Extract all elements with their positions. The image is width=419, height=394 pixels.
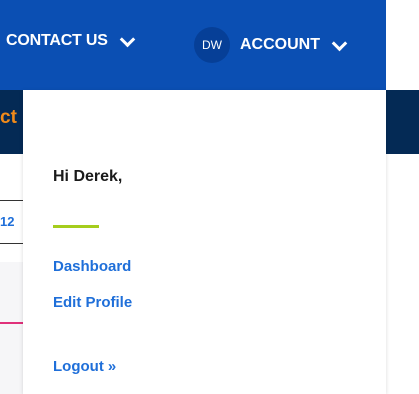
greeting: Hi Derek, <box>53 168 123 185</box>
dashboard-link[interactable]: Dashboard <box>53 258 131 275</box>
secondary-bar-edge <box>386 90 419 154</box>
contact-us-label: CONTACT US <box>6 32 108 49</box>
page-right-margin <box>386 0 419 394</box>
accent-divider <box>53 225 99 228</box>
partial-number: 12 <box>0 214 15 229</box>
account-label: ACCOUNT <box>240 36 320 53</box>
chevron-down-icon <box>331 35 348 51</box>
content-background <box>0 262 23 394</box>
edit-profile-link[interactable]: Edit Profile <box>53 294 132 311</box>
logout-link[interactable]: Logout» <box>53 358 116 375</box>
divider <box>0 243 23 244</box>
secondary-bar-text: ct <box>0 107 17 128</box>
accent-underline <box>0 322 23 324</box>
contact-us-menu[interactable]: CONTACT US <box>6 31 135 50</box>
divider <box>0 200 23 201</box>
logout-label: Logout <box>53 358 104 375</box>
account-dropdown <box>23 90 386 394</box>
double-chevron-right-icon: » <box>107 358 117 375</box>
account-menu[interactable]: DW ACCOUNT <box>194 27 348 63</box>
avatar: DW <box>194 27 230 63</box>
chevron-down-icon <box>119 31 135 47</box>
